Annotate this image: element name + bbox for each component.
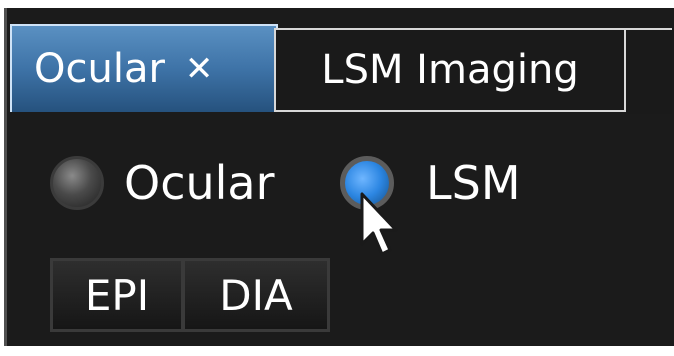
tab-ocular[interactable]: Ocular ✕ — [10, 24, 278, 112]
dia-button[interactable]: DIA — [182, 258, 330, 332]
tab-ocular-label: Ocular — [34, 46, 165, 92]
tab-lsm-imaging-label: LSM Imaging — [321, 47, 579, 93]
radio-ocular[interactable] — [50, 156, 104, 210]
light-path-radio-group: Ocular LSM — [46, 148, 646, 228]
radio-ocular-label[interactable]: Ocular — [124, 156, 275, 210]
illumination-button-group: EPI DIA — [50, 258, 340, 332]
microscope-control-screen: Ocular ✕ LSM Imaging Ocular LSM EPI DIA — [0, 0, 674, 356]
tab-strip: Ocular ✕ LSM Imaging — [4, 16, 672, 116]
epi-button[interactable]: EPI — [50, 258, 184, 332]
close-icon[interactable]: ✕ — [185, 49, 214, 89]
tab-strip-overflow — [626, 28, 672, 114]
mouse-pointer-icon — [360, 192, 398, 256]
tab-lsm-imaging[interactable]: LSM Imaging — [274, 28, 626, 112]
radio-lsm-label[interactable]: LSM — [426, 156, 521, 210]
